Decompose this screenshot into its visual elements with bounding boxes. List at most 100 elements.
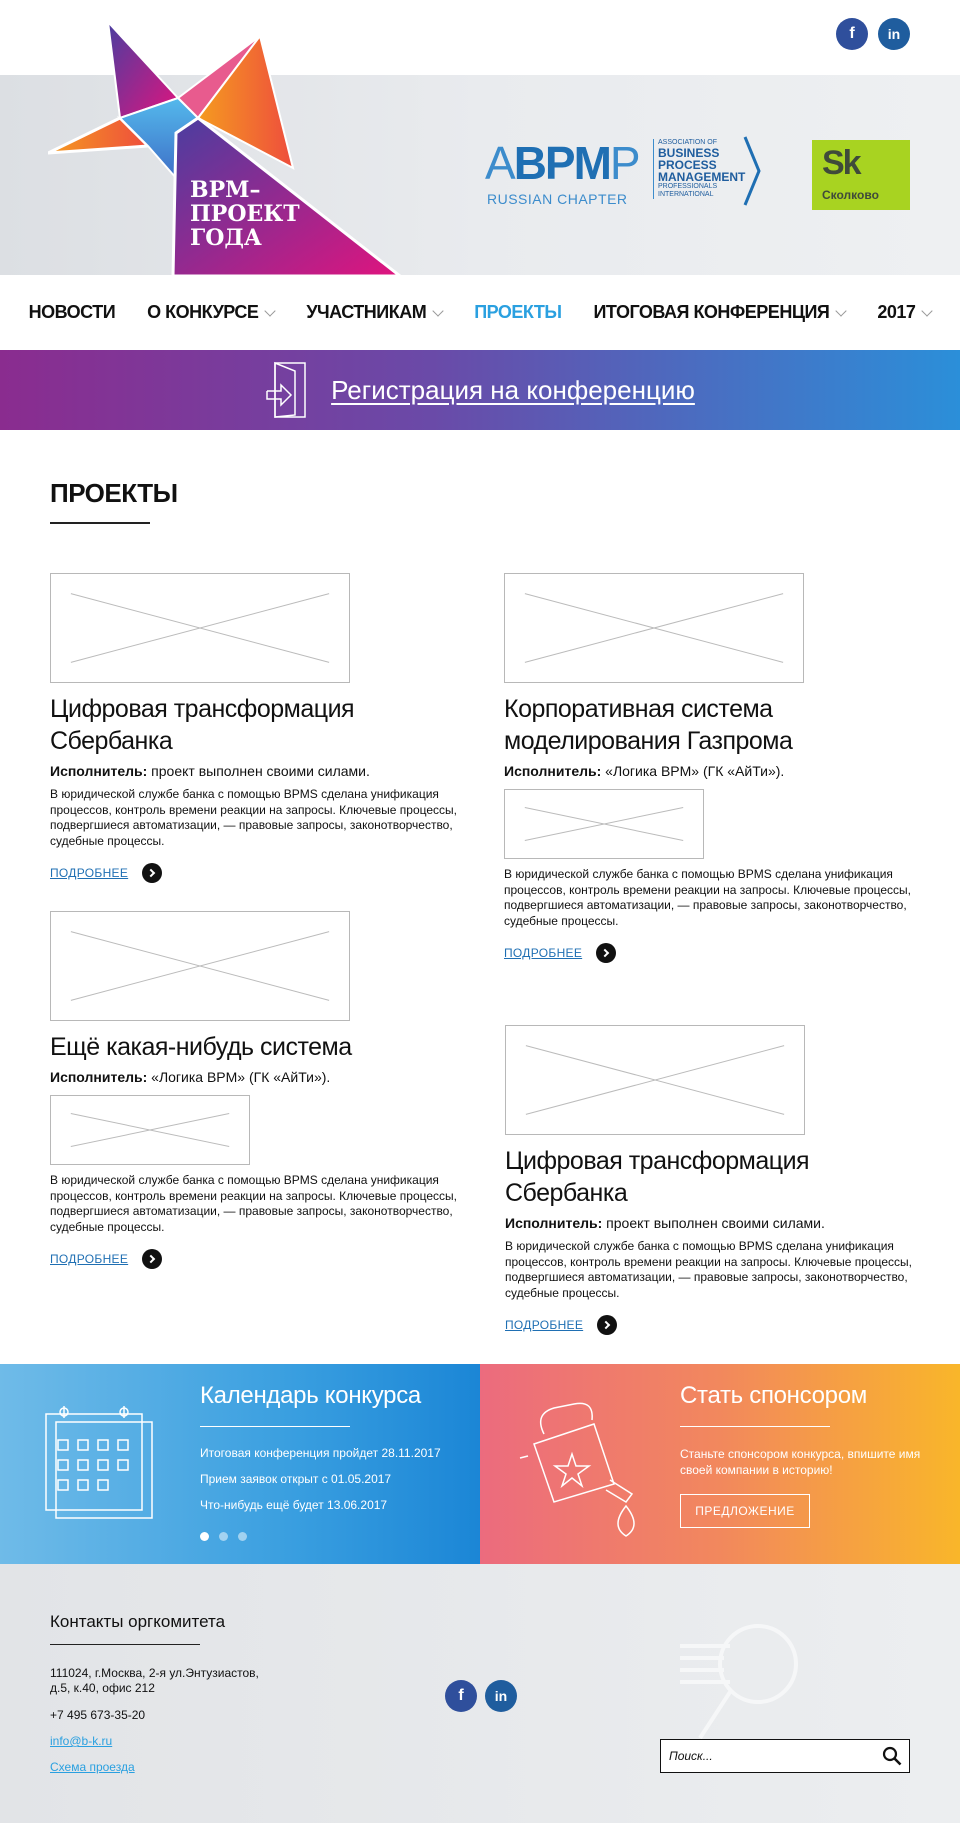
executor-label: Исполнитель:	[505, 1215, 603, 1231]
carousel-dot[interactable]	[238, 1532, 247, 1541]
carousel-dot[interactable]	[219, 1532, 228, 1541]
project-description: В юридической службе банка с помощью BPM…	[50, 1173, 457, 1234]
project-image-placeholder[interactable]	[50, 911, 350, 1021]
project-image-placeholder[interactable]	[50, 1095, 250, 1165]
more-link[interactable]: ПОДРОБНЕЕ	[50, 866, 128, 880]
arrow-right-icon[interactable]	[596, 943, 617, 963]
header: f in BPM– ПРОЕКТ ГОДА ABPMP RUSSIAN CHAP…	[0, 0, 960, 276]
project-title[interactable]: Ещё какая-нибудь система	[50, 1031, 470, 1063]
abpmp-letters: ABPMP	[485, 137, 641, 189]
executor-value: проект выполнен своими силами.	[602, 1215, 825, 1231]
project-image-placeholder[interactable]	[50, 573, 350, 683]
sponsor-text: Станьте спонсором конкурса, впишите имя …	[680, 1447, 921, 1477]
abpmp-logo[interactable]: ABPMP RUSSIAN CHAPTER ASSOCIATION OF BUS…	[485, 135, 765, 215]
nav-item-year[interactable]: 2017	[877, 302, 934, 323]
search-input[interactable]	[661, 1749, 875, 1763]
footer-address: 111024, г.Москва, 2-я ул.Энтузиастов, д.…	[50, 1666, 259, 1696]
calendar-divider	[200, 1426, 350, 1427]
footer-map-link[interactable]: Схема проезда	[50, 1760, 135, 1774]
more-link-row: ПОДРОБНЕЕ	[50, 1249, 470, 1269]
project-description: В юридической службе банка с помощью BPM…	[504, 867, 911, 928]
offer-button[interactable]: ПРЕДЛОЖЕНИЕ	[680, 1494, 810, 1528]
chevron-down-icon	[921, 304, 934, 317]
image-placeholder-icon	[524, 807, 684, 841]
project-executor: Исполнитель: «Логика BPM» (ГК «АйТи»).	[50, 1069, 470, 1085]
facebook-icon[interactable]: f	[836, 18, 868, 50]
executor-label: Исполнитель:	[50, 1069, 148, 1085]
image-placeholder-icon	[525, 1045, 785, 1115]
logo-line: ПРОЕКТ	[190, 201, 300, 227]
footer: Контакты оргкомитета 111024, г.Москва, 2…	[0, 1564, 960, 1823]
abpmp-letter: A	[485, 137, 516, 189]
address-line: д.5, к.40, офис 212	[50, 1681, 155, 1695]
title-divider	[50, 522, 150, 524]
nav-item-about[interactable]: О КОНКУРСЕ	[147, 302, 276, 323]
project-card: Цифровая трансформация Сбербанка Исполни…	[50, 573, 470, 883]
project-card: Цифровая трансформация Сбербанка Исполни…	[505, 1025, 925, 1335]
footer-social: f in	[445, 1680, 517, 1712]
nav-label: 2017	[877, 302, 916, 322]
skolkovo-name: Сколково	[822, 188, 879, 202]
image-placeholder-icon	[70, 1113, 230, 1147]
project-title[interactable]: Цифровая трансформация Сбербанка	[50, 693, 470, 757]
skolkovo-mark: Sk	[822, 144, 862, 182]
abpmp-name-line: INTERNATIONAL	[658, 191, 714, 198]
nav-item-conference[interactable]: ИТОГОВАЯ КОНФЕРЕНЦИЯ	[593, 302, 848, 323]
project-card: Ещё какая-нибудь система Исполнитель: «Л…	[50, 911, 470, 1269]
project-executor: Исполнитель: проект выполнен своими сила…	[50, 763, 470, 779]
arrow-right-icon[interactable]	[142, 863, 163, 883]
registration-link[interactable]: Регистрация на конференцию	[331, 375, 695, 406]
executor-value: проект выполнен своими силами.	[147, 763, 370, 779]
nav-item-projects[interactable]: ПРОЕКТЫ	[474, 302, 562, 323]
nav-label: УЧАСТНИКАМ	[306, 302, 427, 322]
skolkovo-logo[interactable]: Sk Сколково	[812, 140, 910, 210]
page: f in BPM– ПРОЕКТ ГОДА ABPMP RUSSIAN CHAP…	[0, 0, 960, 1823]
footer-email-link[interactable]: info@b-k.ru	[50, 1734, 112, 1748]
arrow-right-icon[interactable]	[597, 1315, 618, 1335]
calendar-event: Что-нибудь ещё будет 13.06.2017	[200, 1498, 388, 1512]
abpmp-name: ASSOCIATION OF BUSINESS PROCESS MANAGEME…	[653, 139, 749, 199]
chevron-down-icon	[264, 304, 276, 317]
page-title: ПРОЕКТЫ	[50, 478, 178, 508]
image-placeholder-icon	[524, 593, 784, 663]
sponsor-panel: Стать спонсором Станьте спонсором конкур…	[480, 1364, 960, 1564]
project-description: В юридической службе банка с помощью BPM…	[50, 787, 457, 848]
linkedin-icon[interactable]: in	[878, 18, 910, 50]
more-link-row: ПОДРОБНЕЕ	[505, 1315, 925, 1335]
logo-line: ГОДА	[190, 225, 262, 251]
more-link[interactable]: ПОДРОБНЕЕ	[50, 1252, 128, 1266]
linkedin-icon[interactable]: in	[485, 1680, 517, 1712]
logo-line: BPM–	[190, 177, 261, 203]
nav-item-news[interactable]: НОВОСТИ	[29, 302, 116, 323]
project-title[interactable]: Цифровая трансформация Сбербанка	[505, 1145, 925, 1209]
nav-label: О КОНКУРСЕ	[147, 302, 259, 322]
watering-can-icon	[519, 1402, 635, 1537]
arrow-right-icon[interactable]	[142, 1249, 163, 1269]
sponsor-divider	[680, 1426, 830, 1427]
facebook-icon[interactable]: f	[445, 1680, 477, 1712]
logo-title: BPM– ПРОЕКТ ГОДА	[190, 178, 300, 250]
calendar-event: Итоговая конференция пройдет 28.11.2017	[200, 1446, 441, 1460]
abpmp-name-line: PROFESSIONALS	[658, 183, 718, 190]
project-card: Корпоративная система моделирования Газп…	[504, 573, 924, 963]
executor-value: «Логика BPM» (ГК «АйТи»).	[147, 1069, 331, 1085]
project-description: В юридической службе банка с помощью BPM…	[505, 1239, 912, 1300]
executor-label: Исполнитель:	[50, 763, 148, 779]
header-social: f in	[836, 18, 910, 50]
project-title[interactable]: Корпоративная система моделирования Газп…	[504, 693, 804, 757]
more-link[interactable]: ПОДРОБНЕЕ	[504, 946, 582, 960]
registration-banner: Регистрация на конференцию	[0, 350, 960, 430]
more-link[interactable]: ПОДРОБНЕЕ	[505, 1318, 583, 1332]
project-executor: Исполнитель: проект выполнен своими сила…	[505, 1215, 925, 1231]
nav-label: ИТОГОВАЯ КОНФЕРЕНЦИЯ	[593, 302, 830, 322]
footer-phone: +7 495 673-35-20	[50, 1708, 146, 1722]
nav-item-participants[interactable]: УЧАСТНИКАМ	[306, 302, 444, 323]
search-icon[interactable]	[875, 1739, 909, 1773]
carousel-dot[interactable]	[200, 1532, 209, 1541]
abpmp-letter: BPM	[513, 137, 612, 189]
project-image-placeholder[interactable]	[505, 1025, 805, 1135]
project-image-placeholder[interactable]	[504, 789, 704, 859]
project-image-placeholder[interactable]	[504, 573, 804, 683]
more-link-row: ПОДРОБНЕЕ	[504, 943, 924, 963]
main-nav: НОВОСТИ О КОНКУРСЕ УЧАСТНИКАМ ПРОЕКТЫ ИТ…	[0, 275, 960, 350]
